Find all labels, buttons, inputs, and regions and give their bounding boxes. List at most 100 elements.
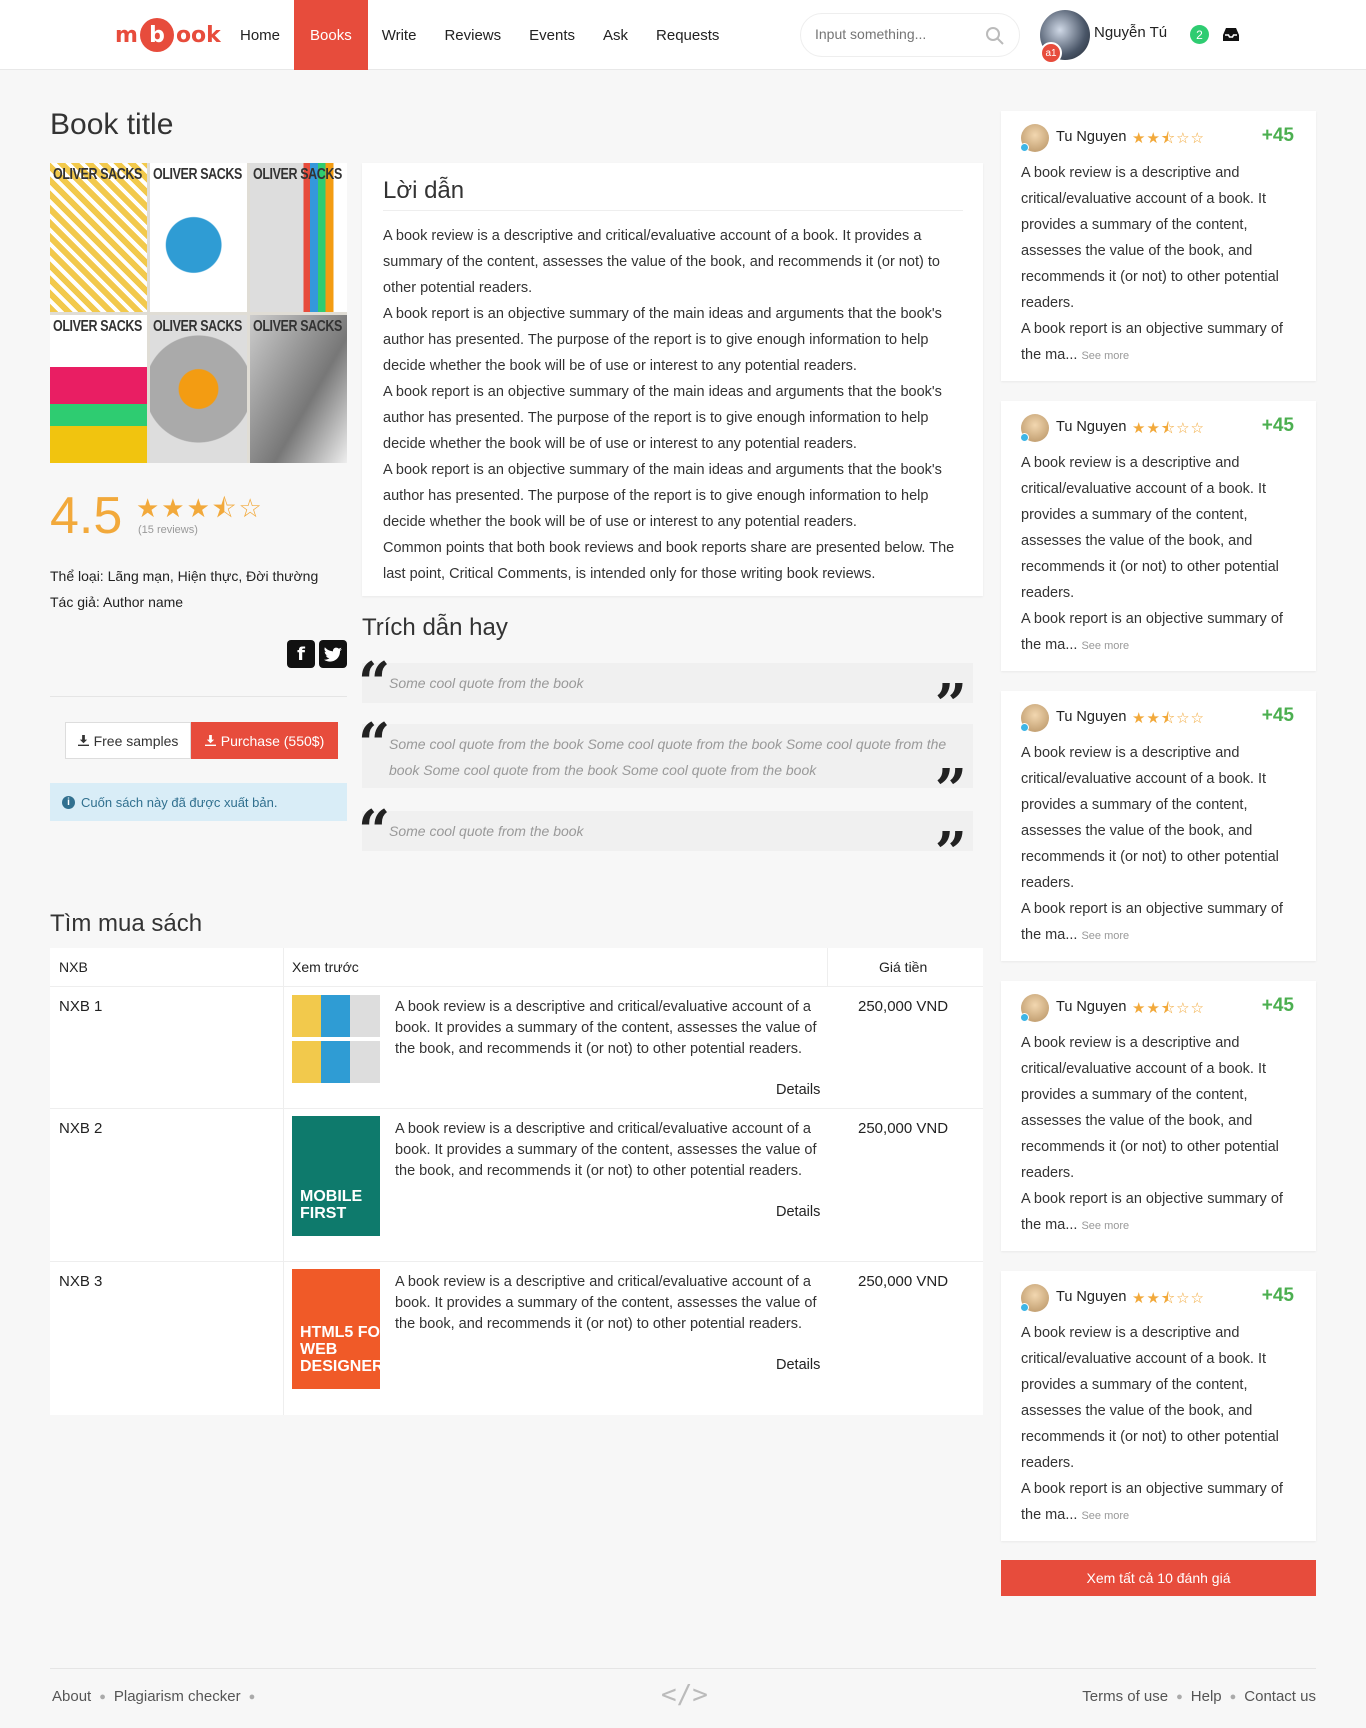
review-score: +45 bbox=[1261, 415, 1294, 436]
purchase-button[interactable]: Purchase (550$) bbox=[191, 722, 338, 759]
cover-tile-label: OLIVER SACKS bbox=[153, 317, 242, 335]
book-thumbnail[interactable]: MOBILE FIRST bbox=[292, 1116, 380, 1236]
quote-text: Some cool quote from the book bbox=[389, 823, 584, 839]
quote-open-icon: “ bbox=[358, 711, 391, 777]
details-link[interactable]: Details bbox=[776, 1204, 820, 1220]
quote-item: “ Some cool quote from the book ” bbox=[358, 655, 973, 733]
nav-ask[interactable]: Ask bbox=[589, 0, 642, 70]
row-price: 250,000 VND bbox=[858, 998, 949, 1015]
book-thumbnail[interactable] bbox=[292, 995, 380, 1083]
footer-link-terms[interactable]: Terms of use bbox=[1082, 1688, 1168, 1705]
nav-reviews[interactable]: Reviews bbox=[430, 0, 515, 70]
nav-write[interactable]: Write bbox=[368, 0, 431, 70]
footer-left-links: About ● Plagiarism checker ● bbox=[52, 1688, 255, 1705]
see-more-link[interactable]: See more bbox=[1081, 350, 1129, 362]
review-stars-icon: ★★⯪☆☆ bbox=[1132, 129, 1205, 147]
see-more-link[interactable]: See more bbox=[1081, 640, 1129, 652]
reviewer-name[interactable]: Tu Nguyen bbox=[1056, 1289, 1126, 1305]
review-body: A book review is a descriptive and criti… bbox=[1021, 1035, 1283, 1233]
separator-dot: ● bbox=[1176, 1690, 1183, 1703]
reviewer-name[interactable]: Tu Nguyen bbox=[1056, 129, 1126, 145]
search-icon[interactable] bbox=[985, 26, 1005, 46]
published-alert: i Cuốn sách này đã được xuất bản. bbox=[50, 783, 347, 821]
search-box bbox=[800, 13, 1020, 57]
alert-text: Cuốn sách này đã được xuất bản. bbox=[81, 794, 278, 810]
download-icon bbox=[204, 735, 216, 746]
nav-books[interactable]: Books bbox=[294, 0, 368, 70]
reviewer-name[interactable]: Tu Nguyen bbox=[1056, 709, 1126, 725]
details-link[interactable]: Details bbox=[776, 1082, 820, 1098]
brand-logo[interactable]: m b ook bbox=[115, 17, 221, 53]
reviewer-name[interactable]: Tu Nguyen bbox=[1056, 419, 1126, 435]
quote-text: Some cool quote from the book bbox=[389, 675, 584, 691]
quote-item: “ Some cool quote from the book ” bbox=[358, 803, 973, 881]
review-card: Tu Nguyen ★★⯪☆☆ +45 A book review is a d… bbox=[1001, 401, 1316, 671]
reviewer-name[interactable]: Tu Nguyen bbox=[1056, 999, 1126, 1015]
rating-value: 4.5 bbox=[50, 487, 123, 545]
footer-link-plagiarism[interactable]: Plagiarism checker bbox=[114, 1688, 241, 1705]
divider bbox=[50, 986, 983, 987]
divider bbox=[827, 948, 828, 986]
footer-link-contact[interactable]: Contact us bbox=[1244, 1688, 1316, 1705]
author-value: Author name bbox=[102, 594, 184, 610]
cover-tile: OLIVER SACKS bbox=[150, 314, 247, 463]
book-title: Book title bbox=[50, 108, 174, 141]
review-body: A book review is a descriptive and criti… bbox=[1021, 1325, 1283, 1523]
notification-count[interactable]: 2 bbox=[1190, 25, 1209, 44]
genre-value: Lãng mạn, Hiện thực, Đời thường bbox=[107, 568, 319, 584]
review-score: +45 bbox=[1261, 1285, 1294, 1306]
review-text: A book review is a descriptive and criti… bbox=[1021, 740, 1301, 949]
thumbnail-title: HTML5 FOR WEB DESIGNERS bbox=[300, 1324, 380, 1375]
inbox-icon[interactable] bbox=[1222, 26, 1240, 42]
review-card: Tu Nguyen ★★⯪☆☆ +45 A book review is a d… bbox=[1001, 981, 1316, 1251]
book-genre: Thể loại: Lãng mạn, Hiện thực, Đời thườn… bbox=[50, 568, 318, 584]
twitter-icon[interactable] bbox=[319, 640, 347, 668]
review-body: A book review is a descriptive and criti… bbox=[1021, 745, 1283, 943]
divider bbox=[383, 210, 963, 211]
separator-dot: ● bbox=[248, 1690, 256, 1703]
cover-tile-label: OLIVER SACKS bbox=[253, 317, 342, 335]
quote-open-icon: “ bbox=[358, 650, 391, 716]
free-samples-label: Free samples bbox=[93, 732, 179, 749]
divider bbox=[50, 1108, 983, 1109]
details-link[interactable]: Details bbox=[776, 1357, 820, 1373]
nav-requests[interactable]: Requests bbox=[642, 0, 733, 70]
row-description: A book review is a descriptive and criti… bbox=[395, 1121, 817, 1179]
book-thumbnail[interactable]: HTML5 FOR WEB DESIGNERS bbox=[292, 1269, 380, 1389]
review-body: A book review is a descriptive and criti… bbox=[1021, 455, 1283, 653]
online-status-dot bbox=[1020, 143, 1029, 152]
row-publisher: NXB 3 bbox=[59, 1273, 103, 1290]
online-status-dot bbox=[1020, 1303, 1029, 1312]
see-more-link[interactable]: See more bbox=[1081, 1510, 1129, 1522]
review-stars-icon: ★★⯪☆☆ bbox=[1132, 419, 1205, 437]
quote-close-icon: ” bbox=[934, 757, 967, 823]
review-text: A book review is a descriptive and criti… bbox=[1021, 160, 1301, 369]
review-text: A book review is a descriptive and criti… bbox=[1021, 450, 1301, 659]
divider bbox=[50, 1261, 983, 1262]
divider bbox=[283, 948, 284, 1415]
buy-title: Tìm mua sách bbox=[50, 910, 203, 937]
top-navbar: m b ook Home Books Write Reviews Events … bbox=[0, 0, 1366, 70]
nav-home[interactable]: Home bbox=[226, 0, 294, 70]
free-samples-button[interactable]: Free samples bbox=[65, 722, 191, 759]
th-publisher: NXB bbox=[59, 959, 88, 975]
review-text: A book review is a descriptive and criti… bbox=[1021, 1320, 1301, 1529]
review-text: A book review is a descriptive and criti… bbox=[1021, 1030, 1301, 1239]
review-stars-icon: ★★⯪☆☆ bbox=[1132, 709, 1205, 727]
row-description: A book review is a descriptive and criti… bbox=[395, 999, 817, 1057]
quote-text: Some cool quote from the book Some cool … bbox=[389, 736, 947, 778]
cover-tile: OLIVER SACKS bbox=[50, 314, 147, 463]
footer-link-help[interactable]: Help bbox=[1191, 1688, 1222, 1705]
see-all-reviews-button[interactable]: Xem tất cả 10 đánh giá bbox=[1001, 1560, 1316, 1596]
row-price: 250,000 VND bbox=[858, 1273, 949, 1290]
see-more-link[interactable]: See more bbox=[1081, 930, 1129, 942]
facebook-icon[interactable]: f bbox=[287, 640, 315, 668]
footer-link-about[interactable]: About bbox=[52, 1688, 91, 1705]
nav-events[interactable]: Events bbox=[515, 0, 589, 70]
see-more-link[interactable]: See more bbox=[1081, 1220, 1129, 1232]
logo-prefix: m bbox=[115, 22, 138, 48]
search-input[interactable] bbox=[815, 26, 975, 42]
user-name[interactable]: Nguyễn Tú bbox=[1094, 24, 1167, 41]
thumbnail-title: MOBILE FIRST bbox=[300, 1188, 363, 1222]
footer-right-links: Terms of use ● Help ● Contact us bbox=[1082, 1688, 1316, 1705]
